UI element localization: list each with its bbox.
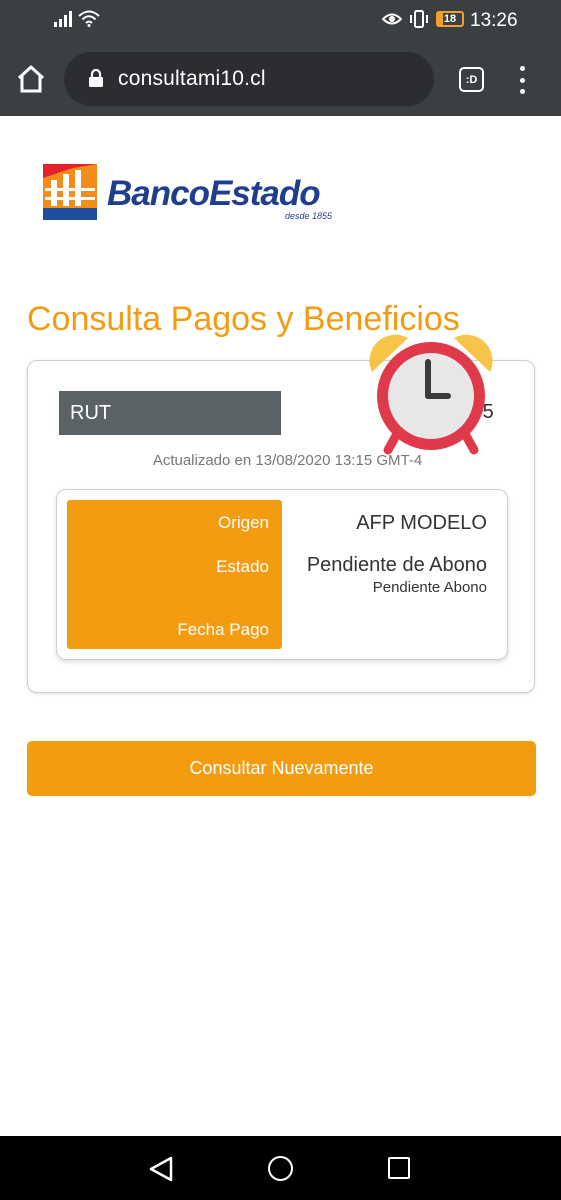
logo-mark-icon	[43, 164, 97, 220]
browser-toolbar: consultami10.cl :D	[0, 42, 561, 116]
vibrate-icon	[410, 10, 428, 28]
address-bar[interactable]: consultami10.cl	[64, 52, 434, 106]
estado-subvalue: Pendiente Abono	[372, 579, 487, 596]
home-circle-icon[interactable]	[268, 1156, 293, 1181]
android-nav-bar	[0, 1136, 561, 1200]
rut-label-text: RUT	[70, 401, 112, 424]
signal-icon	[54, 10, 72, 27]
menu-icon[interactable]	[515, 66, 529, 94]
origen-label: Origen	[217, 513, 269, 532]
battery-icon: 18	[436, 11, 464, 27]
eye-icon	[382, 13, 402, 25]
logo-tagline: desde 1855	[285, 211, 333, 221]
origen-value: AFP MODELO	[356, 512, 487, 534]
recents-icon[interactable]	[388, 1157, 410, 1179]
rut-label: RUT	[59, 391, 281, 435]
alarm-clock-icon	[369, 334, 493, 455]
lock-icon	[89, 68, 103, 87]
logo-wordmark: BancoEstado	[107, 174, 321, 213]
estado-label: Estado	[216, 557, 269, 576]
battery-level: 18	[443, 13, 457, 25]
status-clock: 13:26	[470, 10, 518, 31]
bancoestado-logo: BancoEstado desde 1855	[43, 164, 343, 224]
back-icon[interactable]	[148, 1156, 174, 1182]
url-text[interactable]: consultami10.cl	[118, 67, 266, 91]
wifi-icon	[78, 10, 100, 27]
status-bar: 18 13:26	[0, 0, 561, 42]
status-left-icons	[54, 10, 100, 27]
estado-value: Pendiente de Abono	[306, 554, 487, 576]
status-right-icons: 18	[382, 10, 464, 28]
consultar-nuevamente-button[interactable]: Consultar Nuevamente	[27, 741, 536, 796]
home-icon[interactable]	[16, 64, 46, 94]
labels-column: Origen Estado Fecha Pago	[67, 500, 282, 649]
fecha-pago-label: Fecha Pago	[177, 620, 269, 639]
tabs-icon[interactable]: :D	[459, 67, 484, 92]
tabs-label: :D	[465, 73, 478, 86]
payment-detail-card: Origen Estado Fecha Pago AFP MODELO Pend…	[56, 489, 508, 660]
